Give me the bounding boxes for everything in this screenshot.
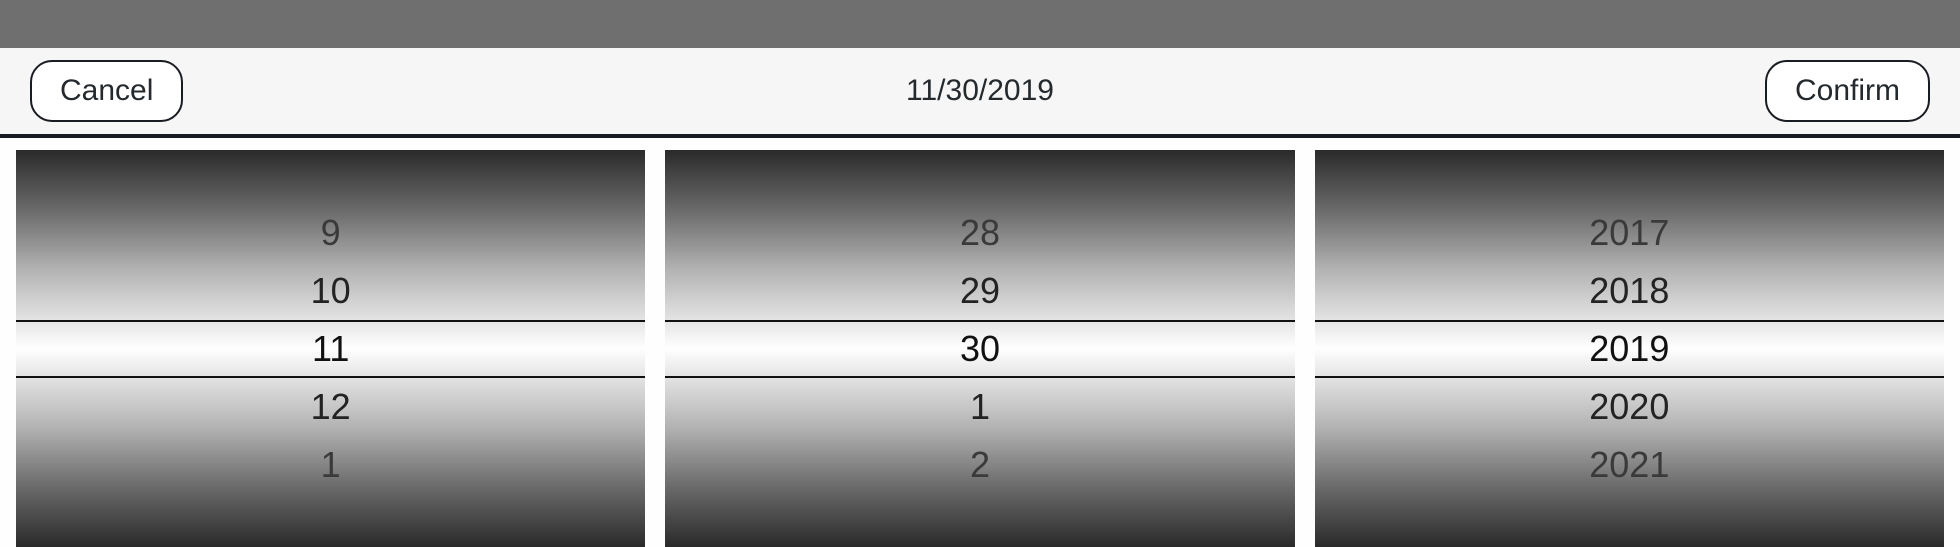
year-option[interactable]: 2018: [1315, 262, 1944, 320]
day-column-inner: 28 29 30 1 2: [665, 150, 1294, 547]
year-column[interactable]: 2017 2018 2019 2020 2021: [1315, 150, 1944, 547]
year-option[interactable]: 2017: [1315, 204, 1944, 262]
month-column[interactable]: 9 10 11 12 1: [16, 150, 645, 547]
month-option-selected[interactable]: 11: [16, 320, 645, 378]
picker-columns: 9 10 11 12 1 28 29 30 1 2 2017 2018 2019: [0, 138, 1960, 547]
month-option[interactable]: 12: [16, 378, 645, 436]
year-option-selected[interactable]: 2019: [1315, 320, 1944, 378]
confirm-button[interactable]: Confirm: [1765, 60, 1930, 122]
date-picker: Cancel 11/30/2019 Confirm 9 10 11 12 1 2…: [0, 0, 1960, 547]
cancel-button[interactable]: Cancel: [30, 60, 183, 122]
month-option[interactable]: 9: [16, 204, 645, 262]
backdrop: [0, 0, 1960, 48]
year-option[interactable]: 2021: [1315, 436, 1944, 494]
month-column-inner: 9 10 11 12 1: [16, 150, 645, 547]
year-option[interactable]: 2020: [1315, 378, 1944, 436]
day-option[interactable]: 2: [665, 436, 1294, 494]
picker-header: Cancel 11/30/2019 Confirm: [0, 48, 1960, 138]
day-option[interactable]: 28: [665, 204, 1294, 262]
selected-date-title: 11/30/2019: [906, 74, 1054, 108]
day-column[interactable]: 28 29 30 1 2: [665, 150, 1294, 547]
day-option[interactable]: 1: [665, 378, 1294, 436]
day-option-selected[interactable]: 30: [665, 320, 1294, 378]
day-option[interactable]: 29: [665, 262, 1294, 320]
month-option[interactable]: 10: [16, 262, 645, 320]
month-option[interactable]: 1: [16, 436, 645, 494]
year-column-inner: 2017 2018 2019 2020 2021: [1315, 150, 1944, 547]
